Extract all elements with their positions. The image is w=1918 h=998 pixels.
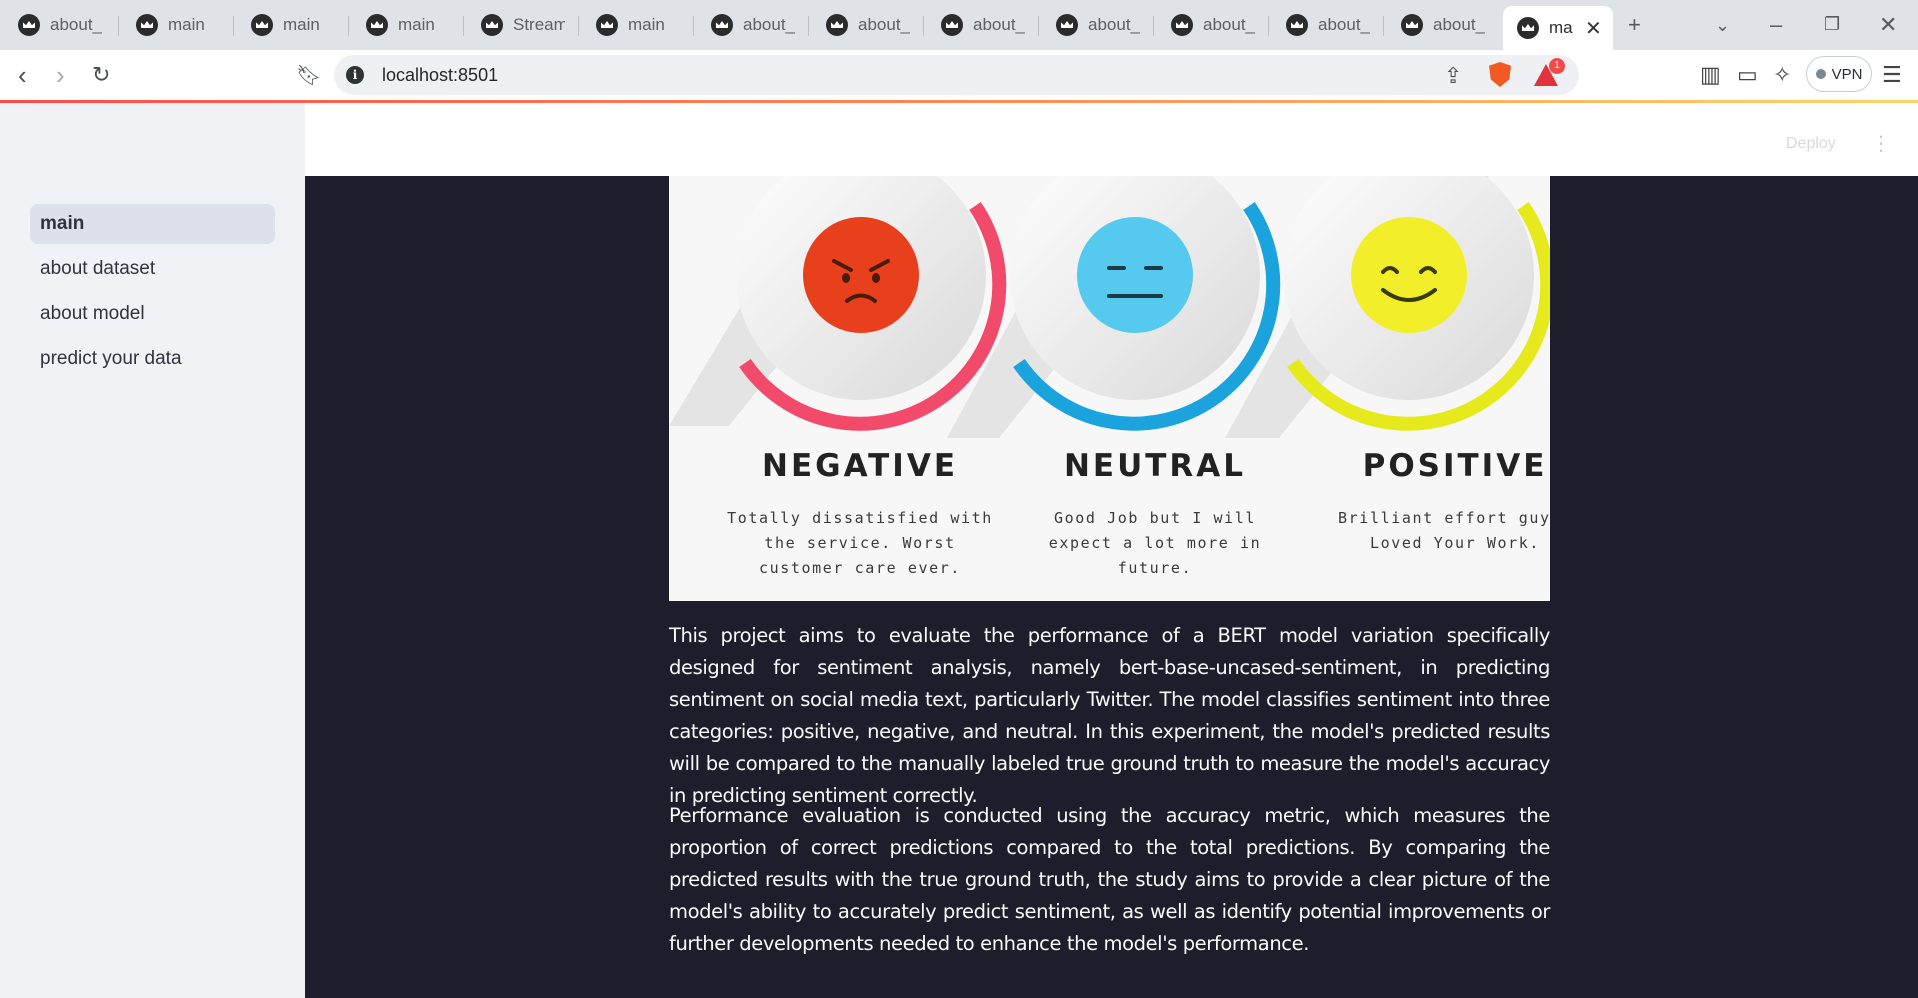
- back-icon[interactable]: ‹: [18, 60, 27, 91]
- leo-ai-icon[interactable]: ✧: [1773, 62, 1791, 88]
- vpn-status-icon: [1815, 69, 1826, 79]
- browser-tab[interactable]: about_d: [808, 6, 923, 44]
- browser-tab[interactable]: main: [233, 6, 348, 44]
- browser-tab-active[interactable]: mai✕: [1503, 6, 1613, 50]
- browser-tab[interactable]: Streaml: [463, 6, 578, 44]
- streamlit-favicon-icon: [711, 14, 733, 36]
- browser-tab-strip: about_c main main main Streaml main abou…: [0, 0, 1918, 50]
- browser-tab[interactable]: about_n: [1383, 6, 1498, 44]
- sidebar-item-main[interactable]: main: [30, 204, 275, 244]
- streamlit-favicon-icon: [1286, 14, 1308, 36]
- browser-tab[interactable]: main: [118, 6, 233, 44]
- negative-title: NEGATIVE: [762, 448, 958, 484]
- vpn-button[interactable]: VPN: [1806, 56, 1872, 92]
- close-tab-icon[interactable]: ✕: [1585, 16, 1602, 41]
- streamlit-favicon-icon: [18, 14, 40, 36]
- streamlit-favicon-icon: [941, 14, 963, 36]
- share-icon[interactable]: ⇪: [1444, 63, 1462, 89]
- sidebar-item-about-model[interactable]: about model: [30, 294, 275, 334]
- neutral-title: NEUTRAL: [1063, 448, 1247, 484]
- sidebar-item-about-dataset[interactable]: about dataset: [30, 249, 275, 289]
- sidebar-toggle-icon[interactable]: ▥: [1700, 62, 1721, 88]
- browser-toolbar: ‹ › ↻ 🔖︎ i localhost:8501 ⇪ 1 ▥ ▭ ✧ VPN …: [0, 50, 1918, 100]
- bookmark-icon[interactable]: 🔖︎: [296, 63, 321, 88]
- happy-face-icon: [1351, 217, 1467, 333]
- streamlit-favicon-icon: [481, 14, 503, 36]
- url-text[interactable]: localhost:8501: [382, 65, 498, 86]
- brave-shields-icon[interactable]: [1489, 62, 1511, 87]
- restore-icon[interactable]: ❐: [1824, 14, 1840, 35]
- streamlit-favicon-icon: [826, 14, 848, 36]
- streamlit-favicon-icon: [1171, 14, 1193, 36]
- streamlit-favicon-icon: [136, 14, 158, 36]
- browser-tab[interactable]: about_c: [0, 6, 118, 44]
- tab-search-chevron-icon[interactable]: ⌄: [1715, 15, 1730, 36]
- intro-paragraph: This project aims to evaluate the perfor…: [669, 624, 1550, 807]
- streamlit-favicon-icon: [1517, 17, 1539, 39]
- window-close-icon[interactable]: ✕: [1879, 12, 1897, 38]
- new-tab-icon[interactable]: +: [1628, 12, 1641, 38]
- browser-tab[interactable]: main: [348, 6, 463, 44]
- streamlit-favicon-icon: [251, 14, 273, 36]
- positive-description: Brilliant effort guys! Loved Your Work.: [1338, 509, 1550, 552]
- streamlit-favicon-icon: [596, 14, 618, 36]
- site-info-icon[interactable]: i: [346, 66, 364, 84]
- reload-icon[interactable]: ↻: [92, 62, 110, 88]
- wallet-icon[interactable]: ▭: [1737, 62, 1758, 88]
- streamlit-favicon-icon: [366, 14, 388, 36]
- sentiment-banner-image: NEGATIVE Totally dissatisfied with the s…: [669, 176, 1550, 601]
- neutral-face-icon: [1077, 217, 1193, 333]
- browser-tab[interactable]: about_d: [693, 6, 808, 44]
- sidebar-item-predict-your-data[interactable]: predict your data: [30, 339, 275, 379]
- streamlit-favicon-icon: [1056, 14, 1078, 36]
- main-content: NEGATIVE Totally dissatisfied with the s…: [305, 176, 1918, 998]
- streamlit-favicon-icon: [1401, 14, 1423, 36]
- address-bar[interactable]: i localhost:8501 ⇪ 1: [334, 55, 1579, 95]
- neutral-description: Good Job but I will expect a lot more in…: [1048, 509, 1262, 577]
- angry-face-icon: [803, 217, 919, 333]
- negative-description: Totally dissatisfied with the service. W…: [727, 509, 993, 577]
- main-menu-icon[interactable]: ⋮: [1871, 131, 1891, 156]
- browser-tab[interactable]: about_d: [923, 6, 1038, 44]
- minimize-icon[interactable]: –: [1770, 12, 1782, 38]
- browser-tab[interactable]: main: [578, 6, 693, 44]
- sidebar: main about dataset about model predict y…: [0, 103, 305, 998]
- menu-icon[interactable]: ☰: [1882, 62, 1902, 88]
- browser-tab[interactable]: about_n: [1268, 6, 1383, 44]
- deploy-button[interactable]: Deploy: [1786, 135, 1836, 153]
- browser-tab[interactable]: about_n: [1153, 6, 1268, 44]
- browser-tab[interactable]: about_d: [1038, 6, 1153, 44]
- forward-icon[interactable]: ›: [56, 60, 65, 91]
- positive-title: POSITIVE: [1362, 448, 1548, 484]
- rewards-badge: 1: [1549, 58, 1565, 74]
- evaluation-paragraph: Performance evaluation is conducted usin…: [669, 804, 1550, 955]
- app-header: Deploy ⋮: [305, 103, 1918, 176]
